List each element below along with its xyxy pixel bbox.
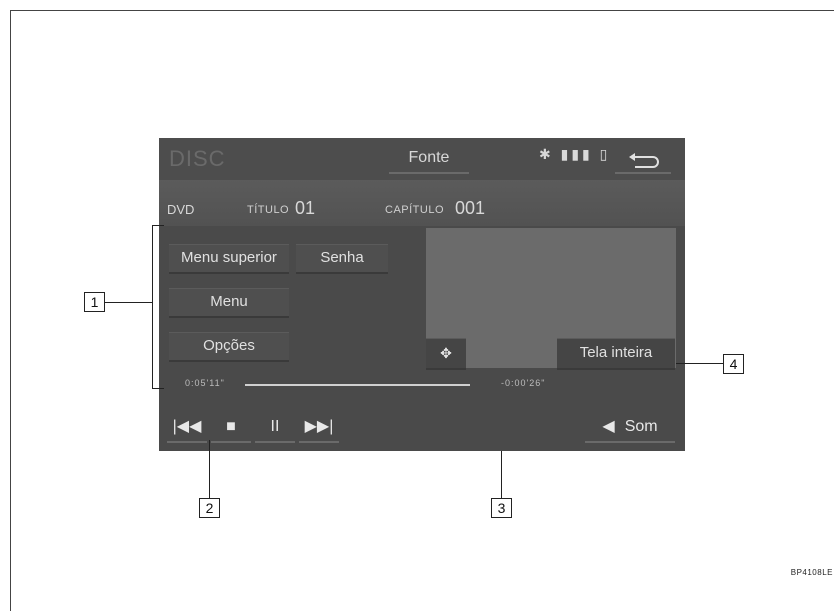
signal-icon: ▮▮▮ (560, 146, 593, 162)
progress-track[interactable] (245, 384, 470, 386)
callout-4-line (676, 363, 723, 364)
chapter-value: 001 (455, 198, 486, 218)
control-bar: |◀◀ ■ II ▶▶| ◀ Som (159, 403, 685, 451)
next-icon: ▶▶| (304, 418, 334, 435)
elapsed-time: 0:05'11" (185, 378, 225, 388)
back-button[interactable] (615, 144, 671, 174)
callout-1-bracket-bottom (152, 388, 164, 389)
callout-4: 4 (723, 354, 744, 374)
move-icon: ✥ (440, 345, 452, 361)
back-icon (629, 153, 659, 168)
callout-2-line (209, 440, 210, 498)
top-menu-button[interactable]: Menu superior (169, 244, 289, 274)
callout-1-bracket-top (152, 225, 164, 226)
media-type: DVD (167, 202, 195, 217)
title-value: 01 (295, 198, 316, 218)
menu-button[interactable]: Menu (169, 288, 289, 318)
sound-label: Som (624, 418, 658, 435)
next-button[interactable]: ▶▶| (299, 413, 339, 443)
bluetooth-icon: ✱ (539, 146, 554, 162)
title-label: TÍTULO (247, 204, 290, 216)
dvd-screen: DISC Fonte ✱ ▮▮▮ ▯ DVD TÍTULO 01 CAPÍTUL… (159, 138, 685, 451)
info-bar: DVD TÍTULO 01 CAPÍTULO 001 (159, 180, 685, 226)
fullscreen-button[interactable]: Tela inteira (557, 338, 675, 370)
prev-button[interactable]: |◀◀ (167, 413, 207, 443)
callout-3: 3 (491, 498, 512, 518)
top-bar: DISC Fonte ✱ ▮▮▮ ▯ (159, 138, 685, 180)
sound-button[interactable]: ◀ Som (585, 413, 675, 443)
options-button[interactable]: Opções (169, 332, 289, 362)
stop-icon: ■ (226, 418, 236, 435)
remaining-time: -0:00'26" (501, 378, 546, 388)
progress-row: 0:05'11" -0:00'26" (159, 374, 685, 396)
screen-title: DISC (169, 146, 226, 171)
document-code: BP4108LE (790, 568, 833, 577)
password-button[interactable]: Senha (296, 244, 388, 274)
status-icons: ✱ ▮▮▮ ▯ (539, 146, 610, 163)
source-button[interactable]: Fonte (389, 144, 469, 174)
callout-3-line (501, 451, 502, 498)
chapter-label: CAPÍTULO (385, 204, 445, 216)
stop-button[interactable]: ■ (211, 413, 251, 443)
battery-icon: ▯ (599, 146, 611, 162)
pause-button[interactable]: II (255, 413, 295, 443)
callout-1-line (104, 302, 152, 303)
callout-1-bracket (152, 225, 153, 389)
speaker-icon: ◀ (602, 418, 615, 435)
previous-icon: |◀◀ (172, 418, 202, 435)
callout-1: 1 (84, 292, 105, 312)
pause-icon: II (270, 418, 280, 435)
callout-2: 2 (199, 498, 220, 518)
move-button[interactable]: ✥ (426, 338, 466, 370)
